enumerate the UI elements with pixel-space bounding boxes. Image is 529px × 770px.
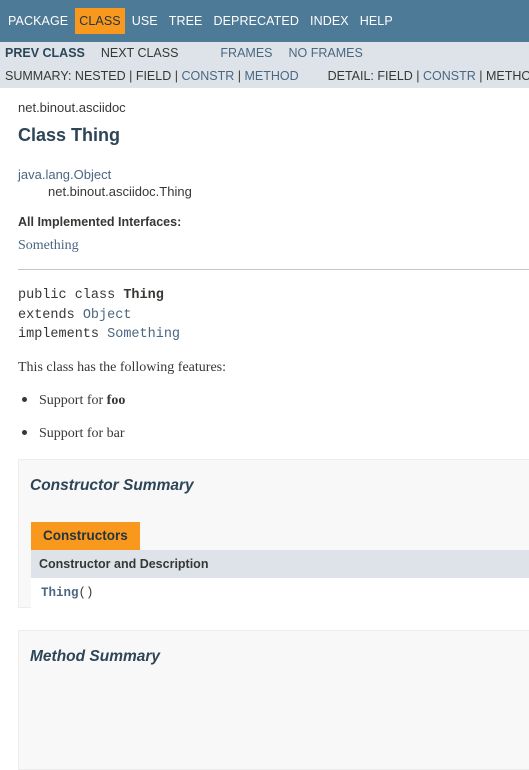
- signature-line-3: implements Something: [18, 327, 180, 342]
- constructor-summary-title: Constructor Summary: [30, 477, 194, 494]
- summary-method-link[interactable]: METHOD: [244, 69, 298, 83]
- summary-label: SUMMARY: NESTED | FIELD |: [5, 69, 178, 83]
- signature-extends: extends: [18, 308, 83, 323]
- interface-something-link[interactable]: Something: [18, 238, 79, 254]
- next-class-label: NEXT CLASS: [100, 46, 179, 60]
- nav-index[interactable]: INDEX: [306, 8, 353, 34]
- feature-bullet-1: Support for foo: [22, 393, 125, 409]
- page-title: Class Thing: [18, 125, 121, 145]
- nav-use[interactable]: USE: [128, 8, 162, 34]
- package-name: net.binout.asciidoc: [18, 100, 126, 115]
- bullet-dot-icon: [22, 397, 27, 402]
- detail-constr-link[interactable]: CONSTR: [423, 69, 476, 83]
- extends-object-link[interactable]: Object: [83, 308, 132, 323]
- feature-2-text: Support for bar: [39, 426, 125, 441]
- nav-class[interactable]: CLASS: [75, 8, 125, 34]
- nav-tree[interactable]: TREE: [165, 8, 207, 34]
- nav-deprecated[interactable]: DEPRECATED: [209, 8, 303, 34]
- signature-implements: implements: [18, 327, 108, 342]
- feature-1-bold: foo: [106, 393, 126, 408]
- nav-help[interactable]: HELP: [356, 8, 397, 34]
- constructor-signature: Thing(): [41, 586, 94, 600]
- constructor-table-header: Constructor and Description: [31, 550, 529, 578]
- prev-class-label: PREV CLASS: [5, 46, 85, 60]
- signature-line-2: extends Object: [18, 308, 131, 323]
- inheritance-parent-link[interactable]: java.lang.Object: [18, 167, 111, 182]
- feature-bullet-2: Support for bar: [22, 426, 125, 442]
- signature-class-name: Thing: [123, 288, 164, 303]
- constructor-params: (): [78, 586, 94, 600]
- summary-separator: |: [237, 69, 241, 83]
- constructor-summary: Constructor Summary Constructors Constru…: [18, 459, 529, 608]
- summary-constr-link[interactable]: CONSTR: [181, 69, 234, 83]
- table-row: Thing(): [31, 578, 529, 608]
- constructor-thing-link[interactable]: Thing: [41, 586, 79, 600]
- bullet-dot-icon: [22, 430, 27, 435]
- method-summary-title: Method Summary: [30, 648, 161, 665]
- method-summary: Method Summary: [18, 630, 529, 770]
- inheritance-child: net.binout.asciidoc.Thing: [48, 184, 192, 199]
- detail-method-label: | METHOD: [479, 69, 529, 83]
- interfaces-label: All Implemented Interfaces:: [18, 215, 182, 229]
- divider: [18, 269, 529, 270]
- detail-label: DETAIL: FIELD |: [327, 69, 420, 83]
- implements-something-link[interactable]: Something: [107, 327, 180, 342]
- frames-link[interactable]: FRAMES: [220, 46, 272, 60]
- top-navbar: PACKAGE CLASS USE TREE DEPRECATED INDEX …: [0, 0, 529, 42]
- signature-modifiers: public class: [18, 288, 124, 303]
- feature-1-text: Support for: [39, 393, 107, 408]
- constructors-caption-tab: Constructors: [31, 522, 140, 550]
- sub-navbar: PREV CLASS NEXT CLASS FRAMES NO FRAMES S…: [0, 42, 529, 88]
- signature-line-1: public class Thing: [18, 288, 164, 303]
- no-frames-link[interactable]: NO FRAMES: [288, 46, 362, 60]
- nav-package[interactable]: PACKAGE: [4, 8, 72, 34]
- class-description: This class has the following features:: [18, 360, 227, 375]
